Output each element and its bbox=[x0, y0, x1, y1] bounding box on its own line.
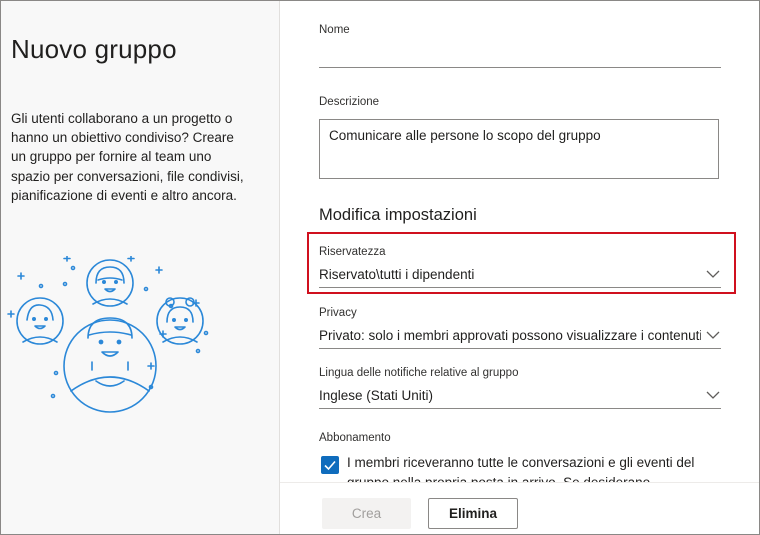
people-group-illustration bbox=[7, 256, 209, 413]
create-button[interactable]: Crea bbox=[322, 498, 411, 529]
footer-bar: Crea Elimina bbox=[280, 482, 759, 534]
checkmark-icon bbox=[324, 460, 336, 471]
info-panel: Nuovo gruppo Gli utenti collaborano a un… bbox=[1, 1, 280, 534]
description-textarea[interactable]: Comunicare alle persone lo scopo del gru… bbox=[319, 119, 719, 179]
confidentiality-value: Riservato\tutti i dipendenti bbox=[319, 267, 475, 282]
delete-button[interactable]: Elimina bbox=[428, 498, 518, 529]
subscription-checkbox[interactable] bbox=[321, 456, 339, 474]
language-label: Lingua delle notifiche relative al grupp… bbox=[319, 367, 519, 379]
chevron-down-icon bbox=[706, 331, 720, 339]
confidentiality-dropdown[interactable]: Riservato\tutti i dipendenti bbox=[319, 263, 721, 288]
privacy-dropdown[interactable]: Privato: solo i membri approvati possono… bbox=[319, 324, 721, 349]
settings-heading: Modifica impostazioni bbox=[319, 206, 477, 224]
subscription-label: Abbonamento bbox=[319, 432, 391, 444]
panel-description: Gli utenti collaborano a un progetto o h… bbox=[11, 111, 244, 203]
chevron-down-icon bbox=[706, 270, 720, 278]
privacy-label: Privacy bbox=[319, 307, 357, 319]
page-title: Nuovo gruppo bbox=[11, 34, 177, 64]
name-input[interactable] bbox=[319, 43, 721, 68]
language-value: Inglese (Stati Uniti) bbox=[319, 388, 434, 403]
description-label: Descrizione bbox=[319, 96, 380, 108]
chevron-down-icon bbox=[706, 391, 720, 399]
new-group-dialog: Nuovo gruppo Gli utenti collaborano a un… bbox=[0, 0, 760, 535]
name-label: Nome bbox=[319, 24, 350, 36]
privacy-value: Privato: solo i membri approvati possono… bbox=[319, 328, 701, 343]
form-panel: Nome Descrizione Comunicare alle persone… bbox=[280, 1, 759, 534]
language-dropdown[interactable]: Inglese (Stati Uniti) bbox=[319, 384, 721, 409]
confidentiality-label: Riservatezza bbox=[319, 246, 386, 258]
